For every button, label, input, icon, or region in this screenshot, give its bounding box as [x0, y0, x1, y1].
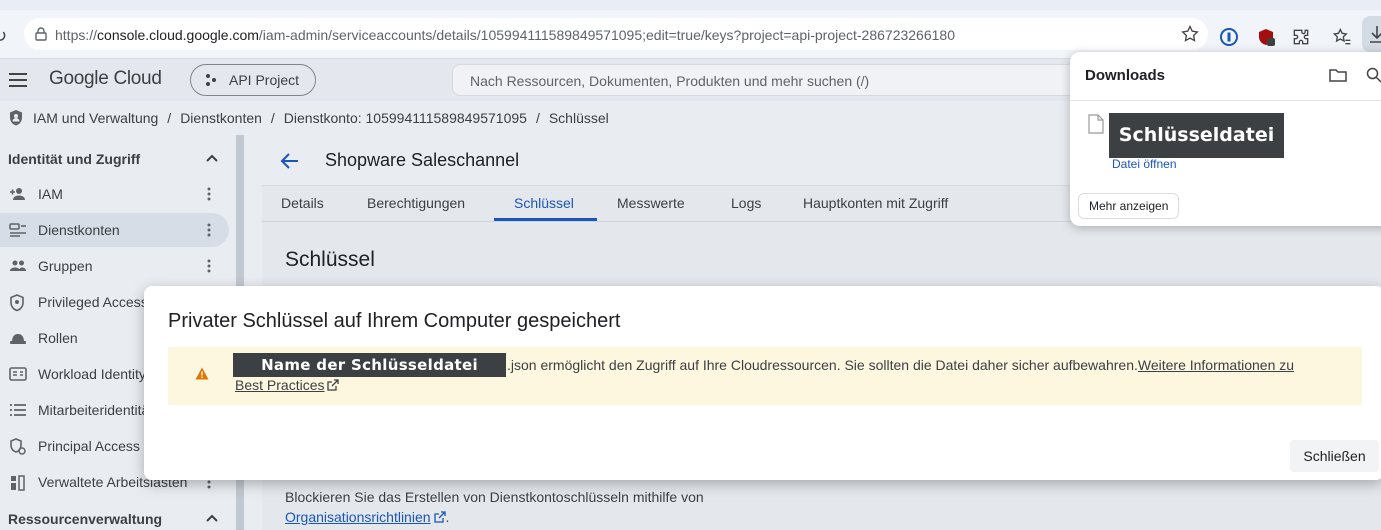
site-info-icon[interactable] — [34, 26, 48, 42]
policy-note-end: . — [445, 509, 450, 525]
redacted-filename: Name der Schlüsseldatei — [233, 353, 506, 377]
dialog-title: Privater Schlüssel auf Ihrem Computer ge… — [168, 310, 621, 332]
sidebar-item-label: Gruppen — [38, 258, 93, 274]
divider — [1070, 100, 1381, 101]
tab-principals-with-access[interactable]: Hauptkonten mit Zugriff — [803, 195, 948, 211]
sidebar-section-identity[interactable]: Identität und Zugriff — [8, 151, 140, 167]
breadcrumb-iam[interactable]: IAM und Verwaltung — [33, 110, 158, 126]
chevron-up-icon[interactable] — [205, 511, 219, 525]
person-add-icon — [9, 186, 27, 202]
breadcrumb-separator: / — [270, 110, 275, 126]
open-in-new-icon — [327, 379, 340, 391]
favorites-icon[interactable] — [1332, 27, 1354, 49]
close-button[interactable]: Schließen — [1290, 440, 1379, 472]
downloads-title: Downloads — [1085, 67, 1166, 84]
url-path: /iam-admin/serviceaccounts/details/10599… — [258, 27, 955, 43]
tab-permissions[interactable]: Berechtigungen — [367, 195, 465, 211]
best-practices-link-part2: Best Practices — [235, 377, 325, 393]
warning-icon — [195, 367, 209, 380]
badge-icon — [9, 366, 27, 382]
policy-note: Blockieren Sie das Erstellen von Dienstk… — [285, 487, 704, 527]
tab-metrics[interactable]: Messwerte — [617, 195, 685, 211]
sidebar-item-label: IAM — [38, 186, 63, 202]
iam-shield-icon — [8, 109, 24, 127]
browser-tab-strip — [0, 0, 1381, 10]
page-title: Shopware Saleschannel — [325, 150, 520, 170]
breadcrumb-service-accounts[interactable]: Dienstkonten — [180, 110, 262, 126]
show-more-button[interactable]: Mehr anzeigen — [1078, 193, 1180, 219]
bookmark-star-icon[interactable] — [1180, 24, 1200, 44]
tab-logs[interactable]: Logs — [731, 195, 761, 211]
open-in-new-icon — [433, 511, 446, 523]
best-practices-link-part1[interactable]: Weitere Informationen zu — [1138, 357, 1294, 373]
sidebar-item-groups[interactable]: Gruppen — [0, 249, 229, 283]
search-input[interactable]: Nach Ressourcen, Dokumenten, Produkten u… — [452, 64, 1092, 96]
address-bar[interactable]: https://console.cloud.google.com/iam-adm… — [24, 18, 1208, 50]
puzzle-extensions-icon[interactable] — [1291, 27, 1313, 49]
reload-icon[interactable]: ↻ — [0, 26, 7, 47]
breadcrumb-separator: / — [535, 110, 540, 126]
downloads-button[interactable] — [1362, 16, 1381, 52]
chevron-up-icon[interactable] — [205, 151, 219, 165]
sidebar-section-resources[interactable]: Ressourcenverwaltung — [8, 511, 162, 527]
search-placeholder: Nach Ressourcen, Dokumenten, Produkten u… — [470, 73, 870, 89]
more-vert-icon[interactable] — [206, 186, 212, 202]
groups-icon — [9, 258, 27, 274]
project-dots-icon — [204, 73, 218, 87]
sidebar-item-iam[interactable]: IAM — [0, 177, 229, 211]
warning-text: .json ermöglicht den Zugriff auf Ihre Cl… — [507, 357, 1294, 373]
more-vert-icon[interactable] — [206, 222, 212, 238]
arrow-back-icon[interactable] — [280, 151, 300, 171]
open-file-link[interactable]: Datei öffnen — [1112, 157, 1177, 171]
google-cloud-logo[interactable]: Google Cloud — [49, 68, 162, 90]
policy-note-text: Blockieren Sie das Erstellen von Dienstk… — [285, 489, 704, 505]
breadcrumb-separator: / — [167, 110, 172, 126]
more-vert-icon[interactable] — [206, 258, 212, 274]
breadcrumb-service-account[interactable]: Dienstkonto: 105994111589849571095 — [284, 110, 527, 126]
warning-message: .json ermöglicht den Zugriff auf Ihre Cl… — [507, 357, 1138, 373]
menu-icon[interactable] — [8, 71, 28, 89]
roles-icon — [9, 330, 27, 346]
folder-icon[interactable] — [1329, 67, 1347, 83]
url-scheme: https:// — [55, 27, 98, 43]
sidebar-item-service-accounts[interactable]: Dienstkonten — [0, 213, 229, 247]
section-title: Schlüssel — [285, 248, 375, 271]
breadcrumb-keys: Schlüssel — [548, 110, 609, 126]
tab-details[interactable]: Details — [281, 195, 324, 211]
url-host: console.cloud.google.com — [97, 27, 259, 43]
key-saved-dialog: Privater Schlüssel auf Ihrem Computer ge… — [144, 286, 1381, 480]
tab-keys[interactable]: Schlüssel — [514, 195, 574, 211]
active-tab-indicator — [494, 218, 597, 221]
downloads-panel: Downloads Schlüsseldatei Datei öffnen Me… — [1070, 52, 1381, 226]
search-icon[interactable] — [1366, 67, 1381, 83]
file-icon — [1088, 114, 1104, 134]
shield-extension-icon[interactable] — [1256, 27, 1278, 49]
org-policies-link[interactable]: Organisationsrichtlinien — [285, 509, 446, 525]
workload-icon — [9, 474, 27, 492]
shield-icon — [9, 294, 25, 312]
password-manager-extension-icon[interactable] — [1219, 27, 1241, 49]
url-text[interactable]: https://console.cloud.google.com/iam-adm… — [55, 27, 955, 43]
project-picker[interactable]: API Project — [190, 64, 316, 96]
best-practices-link[interactable]: Best Practices — [235, 377, 340, 393]
warning-banner: Name der Schlüsseldatei .json ermöglicht… — [168, 347, 1362, 405]
principal-icon — [9, 438, 27, 456]
service-account-icon — [9, 222, 27, 238]
project-name: API Project — [229, 72, 300, 88]
org-policies-link-label: Organisationsrichtlinien — [285, 509, 431, 525]
sidebar-item-label: Dienstkonten — [38, 222, 120, 238]
list-icon — [9, 402, 27, 418]
download-file-name[interactable]: Schlüsseldatei — [1109, 113, 1284, 158]
